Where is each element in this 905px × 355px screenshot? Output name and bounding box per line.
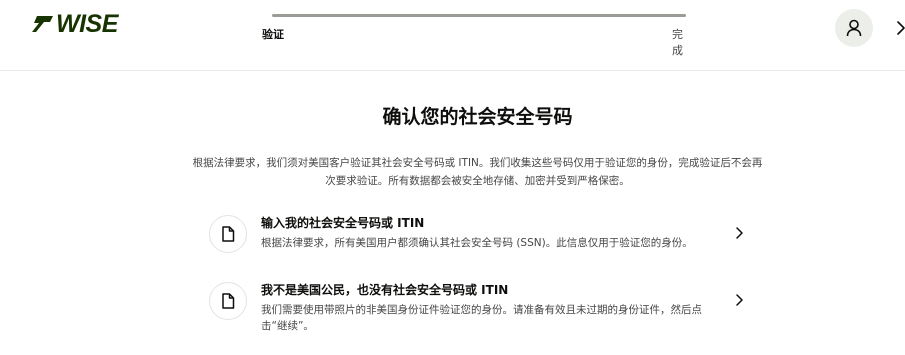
option-description: 我们需要使用带照片的非美国身份证件验证您的身份。请准备有效且未过期的身份证件，然…: [261, 304, 702, 332]
progress-stepper: 验证 完成: [262, 14, 692, 57]
step-verify: 验证: [262, 28, 284, 41]
chevron-right-icon[interactable]: [893, 18, 905, 38]
user-icon: [846, 19, 862, 37]
top-bar: WISE 验证 完成: [0, 0, 905, 71]
option-title: 我不是美国公民，也没有社会安全号码或 ITIN: [261, 283, 509, 297]
wise-logo[interactable]: WISE: [32, 9, 118, 38]
page-title: 确认您的社会安全号码: [382, 106, 573, 128]
account-avatar-button[interactable]: [835, 9, 873, 47]
step-complete: 完成: [672, 28, 683, 57]
document-icon: [222, 226, 235, 242]
option-enter-ssn[interactable]: 输入我的社会安全号码或 ITIN 根据法律要求，所有美国用户都须确认其社会安全号…: [206, 205, 754, 267]
chevron-right-icon: [736, 294, 743, 306]
option-icon-wrapper: [209, 282, 247, 320]
logo-wordmark: WISE: [56, 9, 118, 38]
page-description: 根据法律要求，我们须对美国客户验证其社会安全号码或 ITIN。我们收集这些号码仅…: [192, 157, 763, 187]
option-description: 根据法律要求，所有美国用户都须确认其社会安全号码 (SSN)。此信息仅用于验证您…: [261, 237, 693, 249]
wise-flag-icon: [32, 16, 53, 32]
option-title: 输入我的社会安全号码或 ITIN: [261, 216, 425, 230]
option-icon-wrapper: [209, 215, 247, 253]
stepper-track: [272, 14, 686, 17]
chevron-right-icon: [736, 227, 743, 239]
document-icon: [222, 293, 235, 309]
option-not-us-citizen[interactable]: 我不是美国公民，也没有社会安全号码或 ITIN 我们需要使用带照片的非美国身份证…: [206, 272, 754, 334]
